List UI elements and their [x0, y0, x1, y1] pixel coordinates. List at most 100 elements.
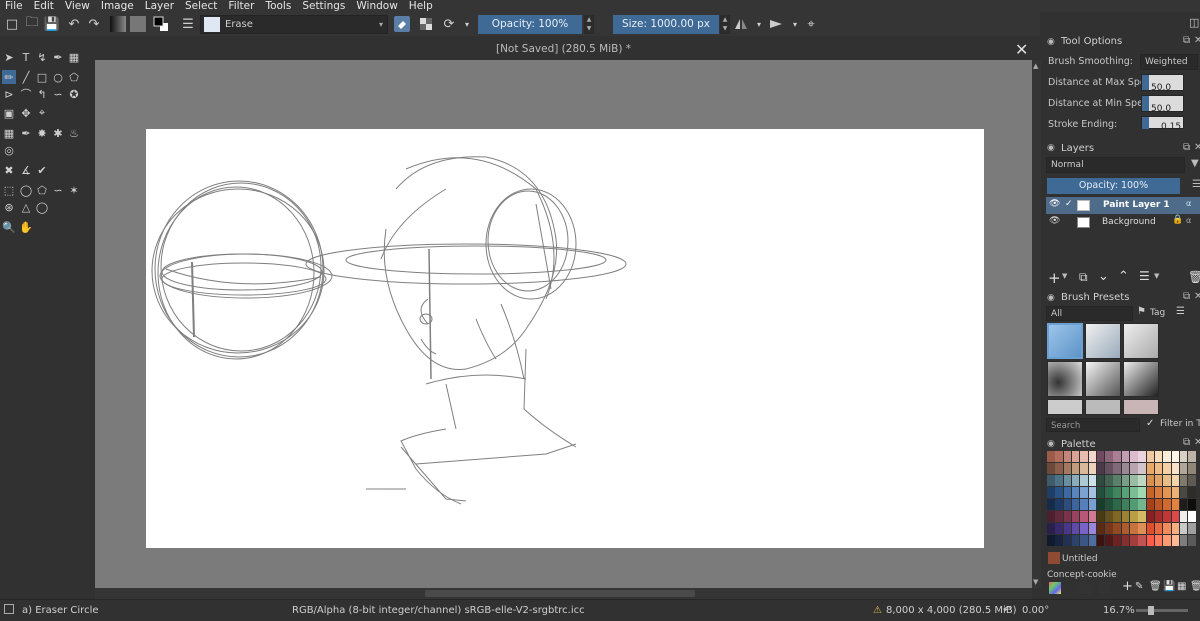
alpha-lock-icon[interactable] — [418, 16, 434, 32]
palette-swatch[interactable] — [1071, 475, 1080, 486]
scroll-down-icon[interactable]: ▼ — [1033, 578, 1038, 586]
rotation-icon[interactable]: ↶ — [1003, 605, 1011, 616]
palette-swatch[interactable] — [1163, 463, 1171, 474]
rotation-text[interactable]: 0.00° — [1022, 605, 1049, 616]
palette-swatch[interactable] — [1188, 451, 1196, 462]
palette-swatch[interactable] — [1146, 499, 1155, 510]
preset-pencil[interactable] — [1047, 399, 1083, 415]
chevron-down-icon[interactable]: ▾ — [787, 16, 803, 32]
palette-swatch[interactable] — [1088, 535, 1096, 546]
redo-icon[interactable]: ↷ — [86, 16, 102, 32]
freehand-path-icon[interactable]: ↰ — [35, 87, 49, 101]
palette-swatch[interactable] — [1088, 511, 1096, 522]
color-space-text[interactable]: RGB/Alpha (8-bit integer/channel) sRGB-e… — [292, 605, 585, 616]
gradient-swatch-icon[interactable] — [110, 16, 126, 32]
undo-icon[interactable]: ↶ — [66, 16, 82, 32]
visibility-eye-icon[interactable]: 👁 — [1049, 199, 1060, 209]
palette-swatch[interactable] — [1121, 523, 1130, 534]
transform-tool-icon[interactable]: ▣ — [2, 106, 16, 120]
filter-in-tag-checkbox[interactable]: ✓ — [1146, 418, 1154, 429]
float-panel-icon[interactable]: ⧉ — [1183, 142, 1190, 153]
palette-swatch[interactable] — [1071, 535, 1080, 546]
open-folder-icon[interactable]: 🗀 — [24, 15, 40, 32]
delete-swatch-icon[interactable]: 🗑 — [1149, 581, 1162, 592]
palette-swatch[interactable] — [1055, 475, 1063, 486]
similar-select-icon[interactable]: ⊛ — [2, 200, 16, 214]
magic-wand-icon[interactable]: ✶ — [67, 183, 81, 197]
fg-bg-color-icon[interactable] — [153, 16, 169, 32]
assistant-tool-icon[interactable]: ✖ — [2, 163, 16, 177]
palette-swatch[interactable] — [1163, 535, 1171, 546]
move-down-icon[interactable]: ⌄ — [1098, 269, 1109, 284]
reload-preset-icon[interactable]: ⟳ — [441, 16, 457, 32]
palette-swatch[interactable] — [1055, 487, 1063, 498]
close-panel-icon[interactable]: ✕ — [1194, 291, 1200, 302]
preset-pencil-red[interactable] — [1123, 399, 1159, 415]
palette-swatch[interactable] — [1063, 475, 1072, 486]
palette-swatch[interactable] — [1047, 487, 1055, 498]
palette-swatch[interactable] — [1163, 499, 1171, 510]
layer-name[interactable]: Background — [1102, 217, 1156, 227]
palette-swatch[interactable] — [1080, 463, 1088, 474]
palette-swatch[interactable] — [1138, 523, 1146, 534]
freehand-select-icon[interactable]: ∽ — [51, 183, 65, 197]
palette-swatch[interactable] — [1154, 487, 1163, 498]
palette-swatch[interactable] — [1047, 523, 1055, 534]
size-spinner[interactable]: ▲ ▼ — [720, 15, 730, 34]
opacity-slider[interactable]: Opacity: 100% — [478, 15, 582, 34]
palette-swatch[interactable] — [1154, 511, 1163, 522]
brush-settings-icon[interactable]: ☰ — [180, 16, 196, 32]
palette-swatch[interactable] — [1096, 499, 1105, 510]
palette-swatch[interactable] — [1121, 463, 1130, 474]
preset-list-view-icon[interactable]: ☰ — [1176, 306, 1185, 317]
gradient-tool-icon[interactable]: ▦ — [2, 126, 16, 140]
brush-smoothing-select[interactable]: Weighted — [1140, 54, 1198, 70]
palette-swatch[interactable] — [1055, 511, 1063, 522]
preset-ink-pen[interactable] — [1085, 361, 1121, 397]
palette-chooser-icon[interactable] — [1049, 582, 1061, 594]
close-panel-icon[interactable]: ✕ — [1194, 35, 1200, 46]
palette-swatch[interactable] — [1105, 463, 1113, 474]
crop-tool-icon[interactable]: ⌖ — [35, 106, 49, 120]
assistant-icon[interactable]: ▦ — [67, 50, 81, 64]
palette-swatch[interactable] — [1096, 523, 1105, 534]
palette-swatch[interactable] — [1055, 463, 1063, 474]
color-picker-icon[interactable]: ✒ — [19, 126, 33, 140]
palette-swatch[interactable] — [1130, 499, 1138, 510]
palette-swatch[interactable] — [1188, 523, 1196, 534]
palette-swatch[interactable] — [1130, 523, 1138, 534]
palette-swatch[interactable] — [1188, 475, 1196, 486]
alpha-lock-icon[interactable]: α — [1186, 199, 1191, 208]
palette-swatch[interactable] — [1105, 499, 1113, 510]
palette-swatch[interactable] — [1105, 535, 1113, 546]
palette-swatch[interactable] — [1063, 499, 1072, 510]
palette-swatch[interactable] — [1130, 511, 1138, 522]
palette-swatch[interactable] — [1163, 475, 1171, 486]
palette-swatch[interactable] — [1179, 511, 1188, 522]
horizontal-scrollbar[interactable] — [95, 588, 1032, 599]
polygon-select-icon[interactable]: ⬠ — [35, 183, 49, 197]
menu-layer[interactable]: Layer — [140, 0, 180, 12]
palette-swatch[interactable] — [1047, 511, 1055, 522]
palette-swatch[interactable] — [1130, 463, 1138, 474]
zoom-slider[interactable] — [1136, 606, 1188, 615]
filter-icon[interactable]: ▼ — [1191, 158, 1199, 169]
palette-swatch[interactable] — [1080, 511, 1088, 522]
polygon-tool-icon[interactable]: ⬠ — [67, 70, 81, 84]
palette-swatch[interactable] — [1071, 499, 1080, 510]
tag-label[interactable]: Tag — [1150, 308, 1165, 318]
preset-pencil-2[interactable] — [1085, 399, 1121, 415]
close-panel-icon[interactable]: ✕ — [1194, 437, 1200, 448]
palette-swatch[interactable] — [1063, 523, 1072, 534]
palette-swatch[interactable] — [1179, 451, 1188, 462]
new-document-icon[interactable]: □ — [4, 16, 20, 32]
bezier-select-icon[interactable]: △ — [19, 200, 33, 214]
panel-layout-icon[interactable]: ◫ — [1189, 16, 1199, 29]
palette-swatch[interactable] — [1047, 535, 1055, 546]
chevron-down-icon[interactable]: ▾ — [751, 16, 767, 32]
menu-edit[interactable]: Edit — [29, 0, 60, 12]
palette-swatch[interactable] — [1171, 499, 1179, 510]
wrap-around-icon[interactable]: ⌖ — [803, 16, 819, 32]
palette-swatch[interactable] — [1055, 451, 1063, 462]
measure-tool-icon[interactable]: ∡ — [19, 163, 33, 177]
